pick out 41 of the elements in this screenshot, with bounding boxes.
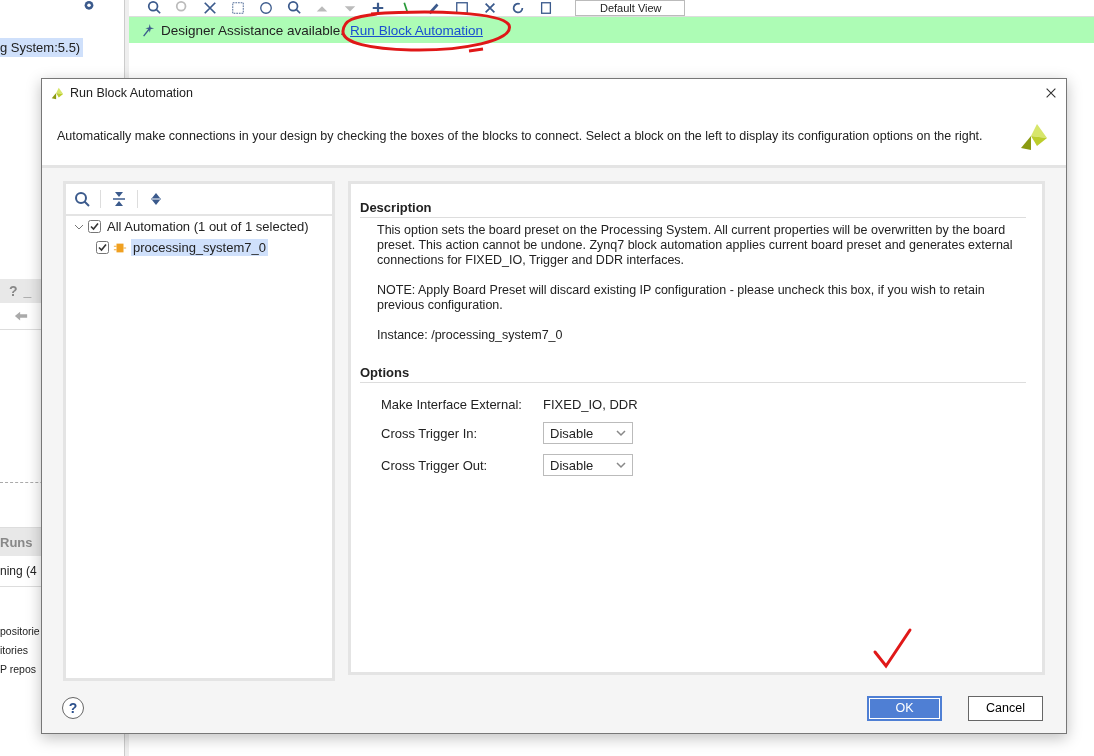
tree-item[interactable]: g System:5.5)	[0, 38, 84, 57]
option-label: Cross Trigger In:	[381, 425, 479, 441]
intro-text: Automatically make connections in your design by checking the boxes of the blocks to connect. Select a block on the left to display its configuration options on the right.	[57, 128, 984, 144]
section-heading: Options	[360, 365, 1026, 383]
plus-icon[interactable]	[371, 1, 385, 15]
description-text: NOTE: Apply Board Preset will discard existing IP configuration - please uncheck this box, if you wish to retain previous configuration.	[377, 283, 986, 313]
description-text: Instance: /processing_system7_0	[377, 328, 564, 343]
dialog-title: Run Block Automation	[70, 86, 194, 100]
ok-button[interactable]: OK	[867, 695, 942, 721]
view-dropdown[interactable]: Default View	[575, 0, 685, 16]
description-text: This option sets the board preset on the Processing System. All current properties will be overwritten by the board preset. This action cannot be undone. Zynq7 block automation applies current board preset and generates external connections for FIXED_IO, Trigger and DDR interfaces.	[377, 223, 1014, 268]
option-dropdown[interactable]: Disable	[543, 422, 633, 444]
chevron-down-icon	[616, 429, 626, 437]
select-icon[interactable]	[231, 1, 245, 15]
collapse-all-icon[interactable]	[111, 191, 127, 207]
search-icon[interactable]	[287, 1, 301, 15]
wand-icon	[141, 23, 155, 37]
list-item: positorie	[0, 625, 40, 637]
cancel-button[interactable]: Cancel	[968, 695, 1043, 721]
refresh-icon[interactable]	[511, 1, 525, 15]
cross-icon[interactable]	[483, 1, 497, 15]
option-value: FIXED_IO, DDR	[543, 396, 638, 412]
tree-item[interactable]: processing_system7_0	[131, 239, 268, 256]
help-button[interactable]: ?	[62, 697, 84, 719]
app-logo-icon	[50, 86, 64, 100]
list-item: itories	[0, 644, 28, 656]
expand-all-icon[interactable]	[148, 191, 164, 207]
checkbox[interactable]	[96, 241, 109, 254]
run-automation-link[interactable]: Run Block Automation	[350, 22, 483, 38]
search-icon[interactable]	[74, 191, 90, 207]
check-mark-drawing	[872, 628, 912, 668]
option-dropdown[interactable]: Disable	[543, 454, 633, 476]
checkbox[interactable]	[88, 220, 101, 233]
tree-item[interactable]: All Automation (1 out of 1 selected)	[105, 218, 311, 235]
chevron-down-icon	[616, 461, 626, 469]
option-label: Make Interface External:	[381, 396, 523, 412]
zoom-in-icon[interactable]	[147, 1, 161, 15]
close-icon[interactable]	[1044, 86, 1058, 100]
section-heading: Description	[360, 200, 1026, 218]
option-label: Cross Trigger Out:	[381, 457, 489, 473]
list-item: P repos	[0, 663, 36, 675]
